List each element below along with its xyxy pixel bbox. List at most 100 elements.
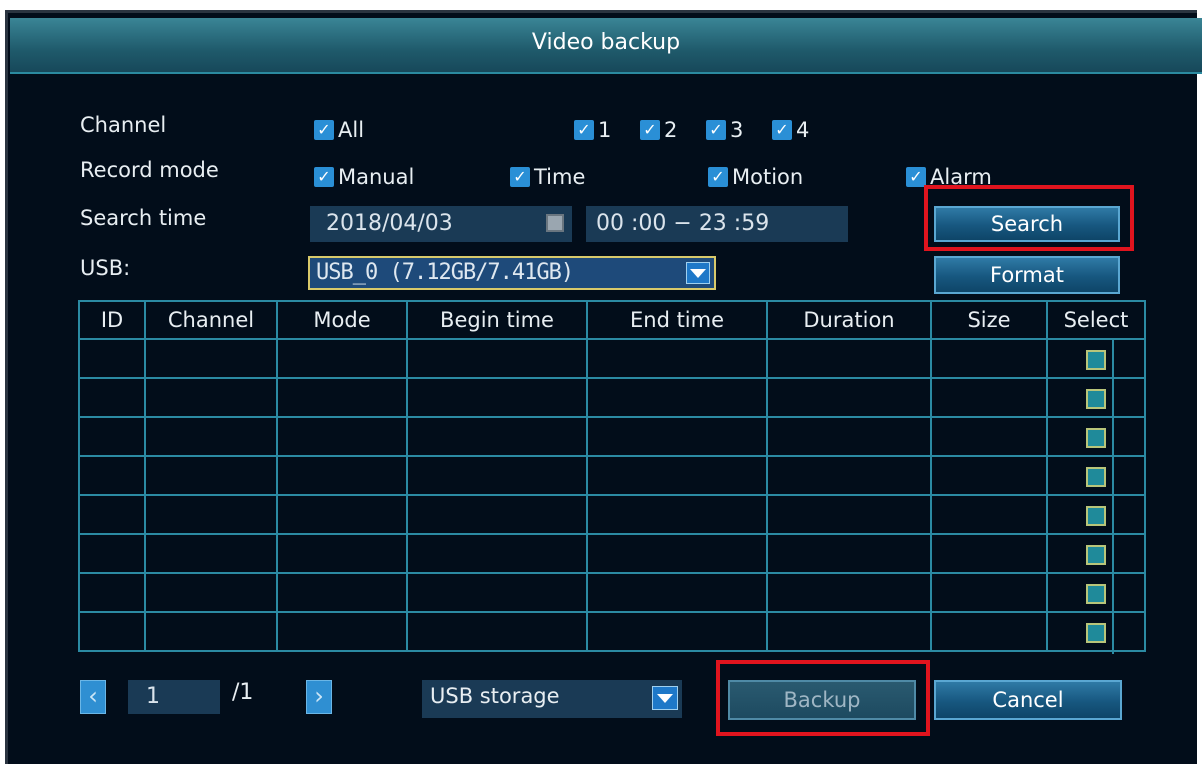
table-cell (406, 416, 588, 457)
select-checkbox[interactable] (1086, 544, 1106, 565)
table-cell (78, 533, 146, 574)
chevron-down-icon[interactable] (686, 262, 710, 284)
table-row[interactable] (78, 455, 1146, 496)
usb-selected-value: USB_0 (7.12GB/7.41GB) (316, 260, 574, 285)
check-icon: ✓ (772, 120, 792, 140)
chevron-right-icon[interactable]: › (306, 680, 332, 714)
channel-4-checkbox[interactable]: ✓ 4 (772, 118, 809, 142)
table-cell (406, 572, 588, 613)
table-row[interactable] (78, 572, 1146, 613)
table-cell (1046, 611, 1146, 652)
channel-all-checkbox[interactable]: ✓ All (314, 118, 364, 142)
mode-time-checkbox[interactable]: ✓ Time (510, 165, 585, 189)
table-row[interactable] (78, 533, 1146, 574)
header-end-time: End time (586, 300, 768, 340)
table-cell (586, 416, 768, 457)
table-row[interactable] (78, 338, 1146, 379)
time-range-field[interactable]: 00 :00 − 23 :59 (586, 206, 848, 242)
header-size: Size (930, 300, 1048, 340)
table-cell (766, 377, 932, 418)
chevron-down-icon[interactable] (652, 686, 678, 710)
table-cell (586, 338, 768, 379)
table-row[interactable] (78, 494, 1146, 535)
date-value: 2018/04/03 (326, 211, 453, 236)
mode-motion-checkbox[interactable]: ✓ Motion (708, 165, 803, 189)
select-checkbox[interactable] (1086, 388, 1106, 409)
format-button[interactable]: Format (934, 256, 1120, 294)
table-cell (276, 338, 408, 379)
backup-button[interactable]: Backup (728, 680, 916, 720)
select-checkbox[interactable] (1086, 622, 1106, 643)
select-checkbox[interactable] (1086, 349, 1106, 370)
table-row[interactable] (78, 377, 1146, 418)
mode-manual-checkbox[interactable]: ✓ Manual (314, 165, 414, 189)
table-cell (766, 494, 932, 535)
table-cell (1046, 533, 1146, 574)
table-cell (766, 611, 932, 652)
chevron-left-icon[interactable]: ‹ (80, 680, 106, 714)
table-cell (276, 572, 408, 613)
table-cell (276, 377, 408, 418)
table-cell (1046, 572, 1146, 613)
search-time-label: Search time (80, 206, 207, 230)
select-checkbox[interactable] (1086, 583, 1106, 604)
table-cell (930, 338, 1048, 379)
calendar-icon[interactable] (546, 214, 564, 232)
check-icon: ✓ (640, 120, 660, 140)
check-icon: ✓ (314, 167, 334, 187)
table-cell (78, 494, 146, 535)
table-cell (930, 533, 1048, 574)
channel-2-checkbox[interactable]: ✓ 2 (640, 118, 677, 142)
table-body (78, 338, 1146, 652)
table-row[interactable] (78, 611, 1146, 652)
header-mode: Mode (276, 300, 408, 340)
header-select: Select (1046, 300, 1146, 340)
table-cell (586, 377, 768, 418)
table-cell (930, 494, 1048, 535)
select-column-divider (1112, 338, 1114, 654)
header-id: ID (78, 300, 146, 340)
channel-3-checkbox[interactable]: ✓ 3 (706, 118, 743, 142)
table-cell (78, 611, 146, 652)
mode-alarm-label: Alarm (930, 165, 992, 189)
table-cell (144, 416, 278, 457)
table-cell (406, 455, 588, 496)
storage-select[interactable]: USB storage (422, 680, 682, 718)
recordings-table: ID Channel Mode Begin time End time Dura… (78, 300, 1146, 652)
table-cell (276, 455, 408, 496)
table-cell (1046, 338, 1146, 379)
table-cell (1046, 494, 1146, 535)
table-header-row: ID Channel Mode Begin time End time Dura… (78, 300, 1146, 340)
select-checkbox[interactable] (1086, 505, 1106, 526)
table-cell (144, 455, 278, 496)
table-cell (1046, 416, 1146, 457)
usb-select[interactable]: USB_0 (7.12GB/7.41GB) (308, 256, 716, 290)
check-icon: ✓ (906, 167, 926, 187)
table-cell (144, 572, 278, 613)
table-cell (586, 494, 768, 535)
table-cell (766, 572, 932, 613)
table-cell (586, 611, 768, 652)
mode-alarm-checkbox[interactable]: ✓ Alarm (906, 165, 992, 189)
table-cell (406, 338, 588, 379)
table-cell (144, 494, 278, 535)
channel-1-checkbox[interactable]: ✓ 1 (574, 118, 611, 142)
page-input[interactable]: 1 (128, 680, 220, 714)
table-cell (276, 416, 408, 457)
table-cell (766, 455, 932, 496)
channel-4-label: 4 (796, 118, 810, 142)
select-checkbox[interactable] (1086, 427, 1106, 448)
select-checkbox[interactable] (1086, 466, 1106, 487)
table-cell (586, 572, 768, 613)
storage-selected-value: USB storage (430, 684, 560, 708)
table-cell (930, 377, 1048, 418)
table-row[interactable] (78, 416, 1146, 457)
header-channel: Channel (144, 300, 278, 340)
search-button[interactable]: Search (934, 206, 1120, 242)
table-cell (78, 455, 146, 496)
check-icon: ✓ (706, 120, 726, 140)
cancel-button[interactable]: Cancel (934, 680, 1122, 720)
channel-3-label: 3 (730, 118, 744, 142)
table-cell (144, 611, 278, 652)
date-field[interactable]: 2018/04/03 (310, 206, 572, 242)
